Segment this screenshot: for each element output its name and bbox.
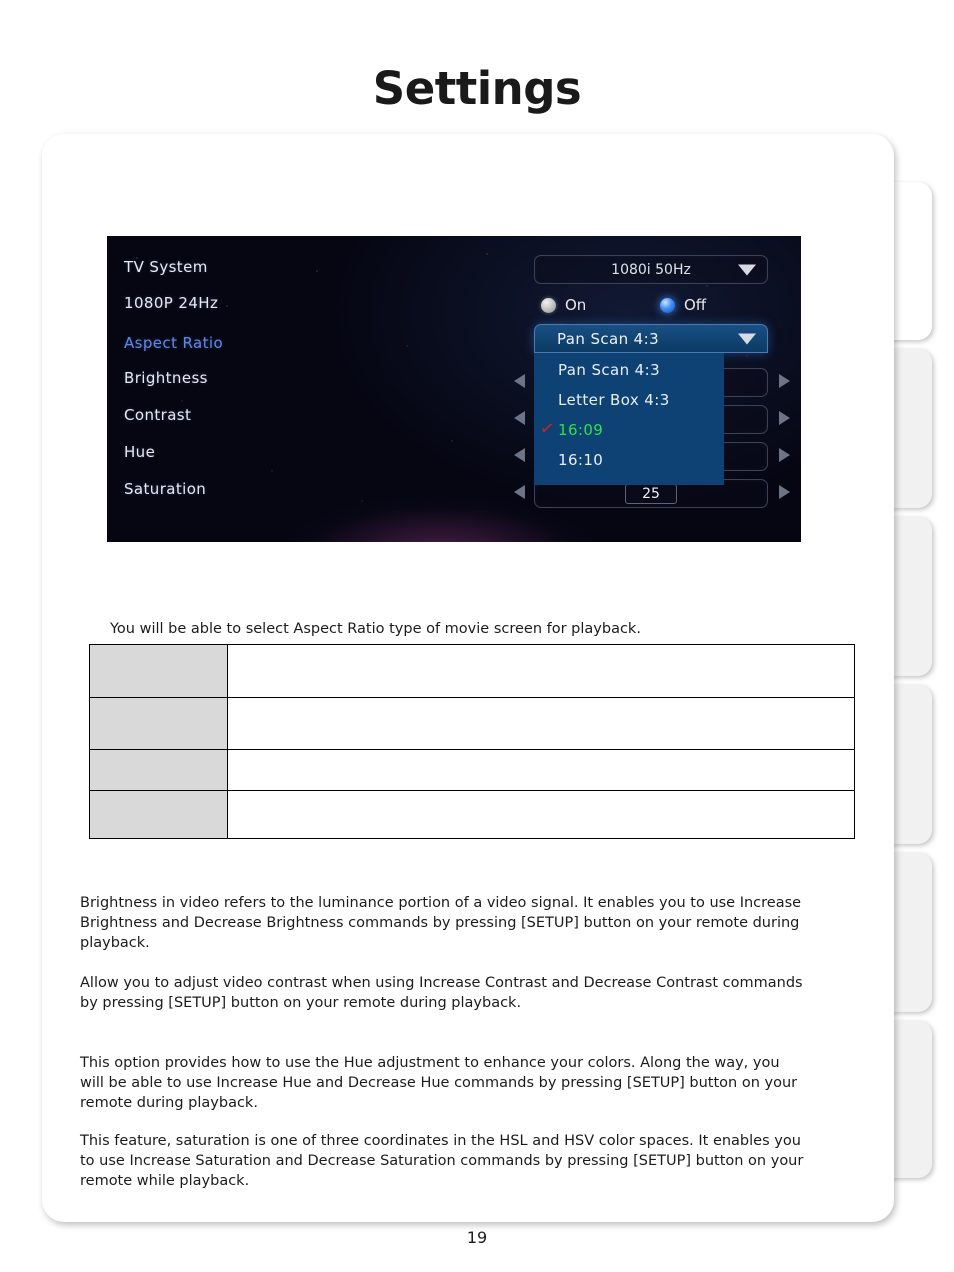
osd-label-1080p-24hz: 1080P 24Hz <box>124 294 219 312</box>
osd-label-saturation: Saturation <box>124 480 207 498</box>
radio-dot-off-icon <box>660 297 675 313</box>
option-label: 16:09 <box>558 421 604 439</box>
tv-system-value: 1080i 50Hz <box>611 261 691 278</box>
index-tab-6[interactable] <box>890 1020 932 1178</box>
table-row <box>89 697 855 750</box>
radio-dot-on-icon <box>541 297 556 313</box>
aspect-ratio-option-list: Pan Scan 4:3 Letter Box 4:3 ✓ 16:09 16:1… <box>534 353 724 485</box>
page-title: Settings <box>372 62 582 115</box>
arrow-right-icon[interactable] <box>779 374 790 388</box>
osd-label-aspect-ratio: Aspect Ratio <box>124 334 224 352</box>
table-row <box>89 644 855 698</box>
table-row <box>89 749 855 791</box>
index-tab-2[interactable] <box>890 348 932 508</box>
arrow-left-icon[interactable] <box>514 485 525 499</box>
table-row <box>89 790 855 839</box>
osd-label-brightness: Brightness <box>124 369 208 387</box>
radio-off[interactable]: Off <box>660 296 706 314</box>
page-number: 19 <box>466 1228 488 1247</box>
index-tab-4[interactable] <box>890 684 932 844</box>
description-saturation: This feature, saturation is one of three… <box>80 1133 804 1189</box>
aspect-ratio-dropdown[interactable]: Pan Scan 4:3 Pan Scan 4:3 Letter Box 4:3… <box>534 324 768 485</box>
aspect-ratio-table <box>89 644 855 839</box>
table-value-cell <box>227 790 855 839</box>
osd-label-hue: Hue <box>124 443 156 461</box>
osd-row-1080p-24hz: 1080P 24Hz On Off <box>107 286 801 323</box>
table-label-cell <box>89 644 228 698</box>
radio-on[interactable]: On <box>541 296 586 314</box>
index-tab-5[interactable] <box>890 852 932 1012</box>
table-label-cell <box>89 697 228 750</box>
table-value-cell <box>227 697 855 750</box>
check-mark-icon: ✓ <box>538 418 556 440</box>
arrow-left-icon[interactable] <box>514 411 525 425</box>
table-label-cell <box>89 749 228 791</box>
option-label: Letter Box 4:3 <box>558 391 670 409</box>
osd-label-tv-system: TV System <box>124 258 208 276</box>
table-value-cell <box>227 644 855 698</box>
chevron-down-icon <box>738 264 756 275</box>
aspect-ratio-option-16-10[interactable]: 16:10 <box>534 445 724 475</box>
index-tab-strip <box>890 178 954 1208</box>
aspect-ratio-option-letter-box[interactable]: Letter Box 4:3 <box>534 385 724 415</box>
index-tab-1[interactable] <box>890 182 932 340</box>
osd-label-contrast: Contrast <box>124 406 192 424</box>
table-value-cell <box>227 749 855 791</box>
aspect-ratio-option-pan-scan[interactable]: Pan Scan 4:3 <box>534 355 724 385</box>
saturation-value: 25 <box>625 483 677 504</box>
radio-on-label: On <box>565 296 587 314</box>
osd-settings-screen: TV System 1080i 50Hz 1080P 24Hz On Off A… <box>107 236 801 542</box>
arrow-right-icon[interactable] <box>779 485 790 499</box>
description-hue: This option provides how to use the Hue … <box>80 1055 798 1111</box>
arrow-left-icon[interactable] <box>514 374 525 388</box>
option-label: Pan Scan 4:3 <box>558 361 661 379</box>
radio-off-label: Off <box>684 296 707 314</box>
description-contrast: Allow you to adjust video contrast when … <box>80 975 803 1011</box>
arrow-right-icon[interactable] <box>779 448 790 462</box>
index-tab-3[interactable] <box>890 516 932 676</box>
tv-system-dropdown[interactable]: 1080i 50Hz <box>534 255 768 284</box>
arrow-right-icon[interactable] <box>779 411 790 425</box>
arrow-left-icon[interactable] <box>514 448 525 462</box>
table-label-cell <box>89 790 228 839</box>
description-brightness: Brightness in video refers to the lumina… <box>80 895 802 951</box>
option-label: 16:10 <box>558 451 604 469</box>
aspect-ratio-selected-value: Pan Scan 4:3 <box>557 329 660 348</box>
aspect-ratio-option-16-09[interactable]: ✓ 16:09 <box>534 415 724 445</box>
osd-row-tv-system: TV System 1080i 50Hz <box>107 250 801 287</box>
intro-text: You will be able to select Aspect Ratio … <box>110 621 641 637</box>
aspect-ratio-dropdown-header[interactable]: Pan Scan 4:3 <box>535 325 767 352</box>
chevron-down-icon <box>738 333 756 344</box>
